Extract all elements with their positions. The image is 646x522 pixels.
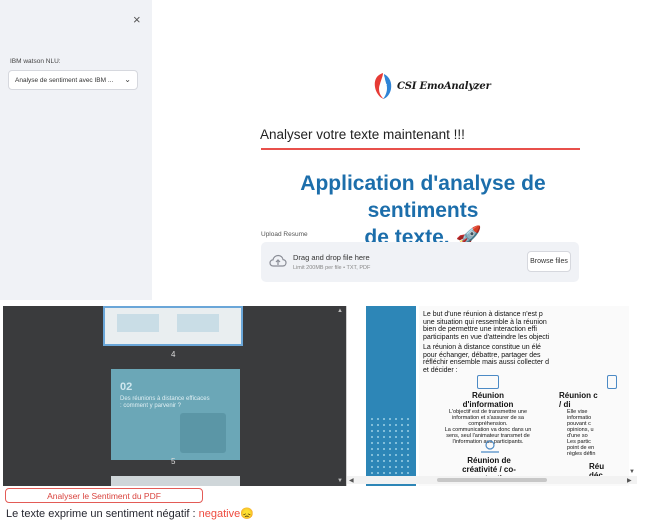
page-thumbnail-5[interactable]: 02 Des réunions à distance efficaces : c…: [111, 369, 240, 460]
meeting-icon: [477, 375, 499, 389]
page-title-line1: Application d'analyse de sentiments: [300, 172, 546, 222]
close-sidebar-icon[interactable]: ×: [133, 12, 141, 27]
pdf-thumbnails-pane[interactable]: 4 02 Des réunions à distance efficaces :…: [3, 306, 346, 486]
scroll-left-icon[interactable]: ◀: [349, 477, 354, 484]
header-divider: [261, 148, 580, 150]
section-title-information: Réunion d'information: [462, 391, 514, 409]
page-paragraph-1: Le but d'une réunion à distance n'est p …: [423, 311, 550, 341]
thumbnail-section-title: Des réunions à distance efficaces : comm…: [120, 396, 210, 409]
page-paragraph-2: La réunion à distance constitue un élé p…: [423, 344, 550, 374]
model-select-value: Analyse de sentiment avec IBM ...: [15, 76, 114, 84]
thumbnail-page-number: 4: [171, 350, 176, 359]
scroll-right-icon[interactable]: ▶: [627, 477, 632, 484]
chevron-down-icon: ⌄: [124, 75, 131, 84]
sidebar: × IBM watson NLU: Analyse de sentiment a…: [0, 0, 152, 300]
result-prefix: Le texte exprime un sentiment négatif :: [6, 508, 199, 520]
page-subheading: Analyser votre texte maintenant !!!: [260, 127, 465, 142]
analyze-pdf-button[interactable]: Analyser le Sentiment du PDF: [5, 488, 203, 503]
model-select[interactable]: Analyse de sentiment avec IBM ... ⌄: [8, 70, 138, 90]
scroll-up-icon[interactable]: ▲: [337, 308, 343, 314]
lightning-logo-icon: [374, 73, 392, 99]
section-text-consultation: Elle vise informatio pouvant c opinions,…: [567, 409, 596, 457]
thumbnail-section-number: 02: [120, 381, 133, 393]
model-select-label: IBM watson NLU:: [10, 58, 61, 65]
page-title: Application d'analyse de sentiments de t…: [258, 170, 588, 251]
page-content: Le but d'une réunion à distance n'est p …: [419, 306, 629, 486]
browse-files-button[interactable]: Browse files: [527, 251, 571, 272]
sad-face-icon: 😞: [240, 508, 254, 520]
meeting-icon: [607, 375, 617, 389]
thumbnail-figure: [117, 314, 159, 332]
app-logo: CSI EmoAnalyzer: [373, 71, 491, 101]
page-thumbnail-6[interactable]: [111, 476, 240, 486]
upload-label: Upload Resume: [261, 231, 308, 238]
page-thumbnail-4[interactable]: [103, 306, 243, 346]
sentiment-value: negative: [198, 508, 241, 520]
horizontal-scrollbar[interactable]: ◀ ▶: [347, 476, 637, 484]
section-title-consultation: Réunion c / di: [559, 391, 598, 409]
thumbnail-figure: [177, 314, 219, 332]
lightbulb-gears-icon: [481, 440, 499, 453]
dropzone-instruction: Drag and drop file here: [293, 253, 370, 262]
file-dropzone[interactable]: Drag and drop file here Limit 200MB per …: [261, 242, 579, 282]
horizontal-scroll-thumb[interactable]: [437, 478, 547, 482]
thumbnail-illustration: [180, 413, 226, 453]
pdf-page-view[interactable]: Le but d'une réunion à distance n'est p …: [346, 306, 639, 486]
scroll-down-icon[interactable]: ▼: [629, 469, 635, 475]
dropzone-limit: Limit 200MB per file • TXT, PDF: [293, 265, 371, 271]
page-dot-pattern: [369, 416, 409, 476]
scroll-down-icon[interactable]: ▼: [337, 478, 343, 484]
cloud-upload-icon: [269, 254, 287, 267]
logo-text: CSI EmoAnalyzer: [397, 80, 491, 92]
thumbnail-page-number: 5: [171, 457, 176, 466]
sentiment-result: Le texte exprime un sentiment négatif : …: [6, 507, 254, 520]
